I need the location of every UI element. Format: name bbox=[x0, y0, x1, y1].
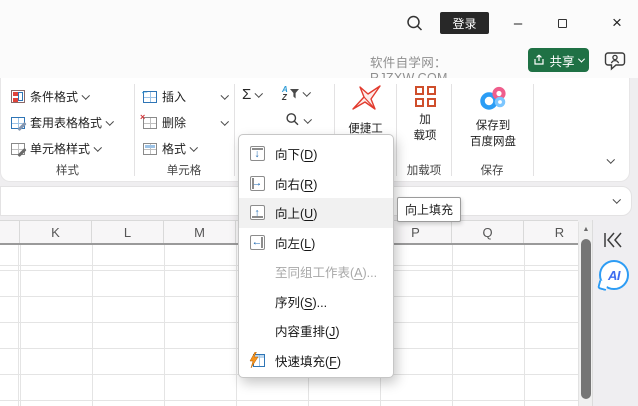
tooltip: 向上填充 bbox=[397, 197, 462, 222]
menu-item-series[interactable]: 序列(S)... bbox=[239, 287, 393, 317]
scroll-up-icon[interactable]: ▲ bbox=[579, 222, 593, 236]
menu-item-fill-up[interactable]: ↑ 向上(U) bbox=[239, 198, 393, 228]
convenient-tool-button[interactable]: 便捷工 bbox=[337, 82, 394, 137]
add-ins-label-line2: 载项 bbox=[413, 130, 437, 143]
share-icon bbox=[534, 54, 545, 65]
group-label-save: 保存 bbox=[480, 165, 504, 177]
restore-window-icon[interactable] bbox=[551, 14, 575, 34]
column-header[interactable] bbox=[0, 221, 20, 243]
chevron-down-icon bbox=[81, 91, 90, 99]
autosum-button[interactable]: Σ bbox=[242, 84, 263, 105]
chevron-down-icon bbox=[302, 88, 311, 96]
vertical-scrollbar[interactable]: ▲ bbox=[578, 222, 592, 406]
share-button[interactable]: 共享 bbox=[528, 48, 589, 72]
insert-icon: ← bbox=[140, 86, 157, 103]
column-header[interactable]: Q bbox=[452, 221, 524, 243]
delete-button[interactable]: × 删除 bbox=[140, 112, 229, 133]
save-to-baidu-button[interactable]: 保存到 百度网盘 bbox=[454, 84, 532, 150]
fill-right-icon: → bbox=[249, 175, 265, 191]
menu-item-fill-left[interactable]: ← 向左(L) bbox=[239, 228, 393, 258]
scrollbar-thumb[interactable] bbox=[581, 239, 591, 399]
chevron-down-icon bbox=[220, 91, 229, 99]
menu-item-label: 向右(R) bbox=[275, 177, 318, 192]
group-label-cells: 单元格 bbox=[166, 165, 202, 177]
menu-item-justify[interactable]: 内容重排(J) bbox=[239, 316, 393, 346]
add-ins-icon bbox=[414, 86, 436, 107]
chevron-down-icon bbox=[93, 143, 102, 151]
cell-styles-button[interactable]: 单元格样式 bbox=[11, 138, 102, 159]
side-panel: AI bbox=[592, 220, 638, 406]
autosum-icon: Σ bbox=[242, 86, 252, 103]
add-ins-label-line1: 加 bbox=[419, 114, 431, 126]
collapse-panel-icon[interactable] bbox=[602, 230, 624, 250]
search-icon[interactable] bbox=[404, 13, 426, 35]
fill-up-icon: ↑ bbox=[249, 205, 265, 221]
chevron-down-icon bbox=[189, 143, 198, 151]
excel-window: 登录 – × 软件自学网：RJZXW.COM 共享 条件格式 套用表格格式 单元… bbox=[0, 0, 638, 406]
find-select-button[interactable] bbox=[285, 110, 312, 131]
login-button[interactable]: 登录 bbox=[440, 12, 489, 34]
conditional-formatting-icon bbox=[11, 90, 25, 103]
sort-filter-icon: AZ bbox=[282, 85, 299, 102]
group-separator bbox=[533, 84, 534, 176]
menu-item-fill-down[interactable]: ↓ 向下(D) bbox=[239, 139, 393, 169]
menu-item-label: 向上(U) bbox=[275, 207, 318, 222]
chevron-down-icon bbox=[220, 117, 229, 125]
menu-item-flash-fill[interactable]: 快速填充(F) bbox=[239, 346, 393, 376]
group-separator bbox=[234, 84, 235, 176]
share-label: 共享 bbox=[549, 54, 575, 69]
cell-styles-icon bbox=[11, 142, 27, 157]
ai-assistant-icon[interactable]: AI bbox=[599, 260, 629, 290]
chevron-down-icon bbox=[255, 89, 263, 97]
minimize-icon[interactable]: – bbox=[506, 11, 530, 35]
sort-filter-button[interactable]: AZ bbox=[282, 83, 311, 104]
fill-down-icon: ↓ bbox=[249, 146, 265, 162]
menu-item-across-worksheets: 至同组工作表(A)... bbox=[239, 257, 393, 287]
group-label-addins: 加载项 bbox=[406, 165, 442, 177]
delete-icon: × bbox=[140, 112, 157, 129]
conditional-formatting-button[interactable]: 条件格式 bbox=[11, 86, 90, 107]
menu-item-label: 序列(S)... bbox=[275, 295, 328, 310]
save-label-line2: 百度网盘 bbox=[470, 136, 516, 149]
group-label-styles: 样式 bbox=[56, 165, 79, 177]
flash-fill-icon bbox=[249, 351, 265, 368]
close-icon[interactable]: × bbox=[604, 10, 630, 36]
magnifier-icon bbox=[285, 112, 300, 130]
menu-item-label: 向下(D) bbox=[275, 148, 318, 163]
title-bar: 登录 – × 软件自学网：RJZXW.COM 共享 bbox=[0, 0, 638, 85]
menu-item-label: 至同组工作表(A)... bbox=[275, 266, 378, 281]
column-header[interactable]: L bbox=[92, 221, 164, 243]
format-button[interactable]: 格式 bbox=[143, 138, 198, 159]
fill-left-icon: ← bbox=[249, 234, 265, 250]
comments-icon[interactable] bbox=[604, 50, 628, 72]
baidu-netdisk-icon bbox=[477, 84, 509, 117]
column-header[interactable]: M bbox=[164, 221, 236, 243]
format-as-table-icon bbox=[11, 116, 27, 131]
save-label-line1: 保存到 bbox=[475, 120, 511, 133]
menu-item-label: 快速填充(F) bbox=[275, 354, 341, 369]
expand-formula-bar-icon[interactable] bbox=[612, 195, 621, 204]
chevron-down-icon bbox=[303, 115, 312, 123]
fill-dropdown-menu: ↓ 向下(D) → 向右(R) ↑ 向上(U) ← 向左(L) 至同组工作表(A… bbox=[238, 134, 394, 378]
add-ins-button[interactable]: 加 载项 bbox=[400, 86, 450, 144]
insert-button[interactable]: ← 插入 bbox=[140, 86, 229, 107]
menu-item-label: 内容重排(J) bbox=[275, 325, 340, 340]
format-icon bbox=[143, 142, 157, 155]
format-as-table-button[interactable]: 套用表格格式 bbox=[11, 112, 114, 133]
chevron-down-icon bbox=[577, 55, 585, 63]
chevron-down-icon bbox=[105, 117, 114, 125]
menu-item-label: 向左(L) bbox=[275, 236, 316, 251]
menu-item-fill-right[interactable]: → 向右(R) bbox=[239, 169, 393, 199]
origami-crane-icon bbox=[349, 82, 383, 119]
column-header[interactable]: K bbox=[20, 221, 92, 243]
